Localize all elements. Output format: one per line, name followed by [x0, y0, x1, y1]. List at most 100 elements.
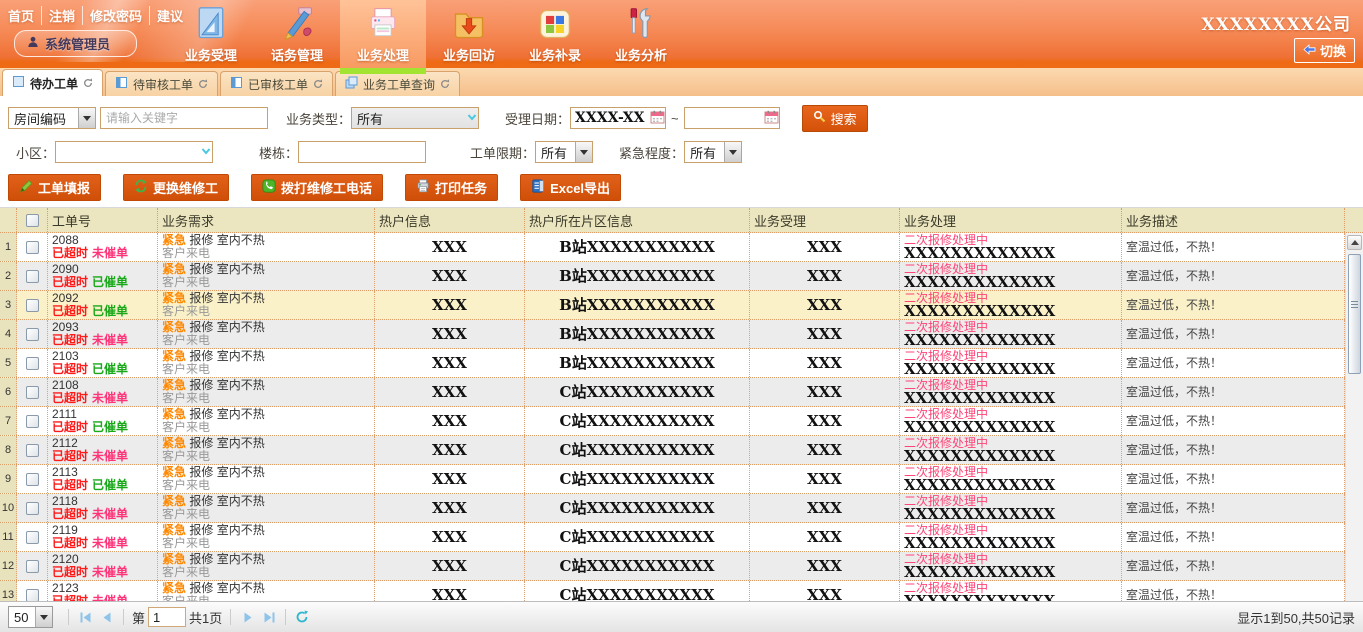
building-input[interactable] [298, 141, 426, 163]
demand-text: 报修 室内不热 [189, 233, 264, 247]
desc-text: 室温过低，不热！ [1122, 523, 1345, 551]
area-info: C站XXXXXXXXXXX [560, 386, 715, 399]
toolbar-button[interactable]: 更换维修工 [123, 174, 229, 201]
switch-button[interactable]: 切换 [1294, 38, 1355, 63]
next-page-icon[interactable] [236, 607, 258, 627]
table-row[interactable]: 11 2119 已超时未催单 紧急 报修 室内不热 客户来电 XXX C站XXX… [0, 523, 1345, 552]
select-all-checkbox[interactable] [26, 214, 39, 227]
tab-refresh-icon[interactable] [83, 78, 93, 88]
remind-status: 未催单 [92, 536, 128, 550]
header-link[interactable]: 修改密码 [82, 6, 142, 25]
top-links: 首页注销修改密码建议 [8, 6, 183, 25]
row-checkbox[interactable] [26, 270, 39, 283]
nav-item[interactable]: 业务回访 [426, 0, 512, 68]
nav-item[interactable]: 话务管理 [254, 0, 340, 68]
toolbar-button[interactable]: 拨打维修工电话 [251, 174, 383, 201]
business-type-combo[interactable]: 所有 [351, 107, 479, 129]
row-checkbox[interactable] [26, 328, 39, 341]
user-pill[interactable]: 系统管理员 [14, 30, 137, 57]
table-row[interactable]: 6 2108 已超时未催单 紧急 报修 室内不热 客户来电 XXX C站XXXX… [0, 378, 1345, 407]
calendar-icon[interactable] [764, 110, 779, 127]
table-row[interactable]: 9 2113 已超时已催单 紧急 报修 室内不热 客户来电 XXX C站XXXX… [0, 465, 1345, 494]
last-page-icon[interactable] [258, 607, 280, 627]
search-icon [813, 110, 826, 126]
row-checkbox[interactable] [26, 444, 39, 457]
row-checkbox[interactable] [26, 357, 39, 370]
field-select[interactable]: 房间编码 [8, 107, 96, 129]
keyword-input[interactable] [100, 107, 268, 129]
tab[interactable]: 业务工单查询 [335, 71, 460, 96]
table-row[interactable]: 7 2111 已超时已催单 紧急 报修 室内不热 客户来电 XXX C站XXXX… [0, 407, 1345, 436]
community-combo[interactable] [55, 141, 213, 163]
nav-item[interactable]: 业务受理 [168, 0, 254, 68]
tab[interactable]: 待审核工单 [105, 71, 218, 96]
vertical-scrollbar[interactable] [1345, 233, 1363, 619]
scroll-up-icon[interactable] [1347, 235, 1362, 250]
header-link[interactable]: 注销 [41, 6, 75, 25]
toolbar-button[interactable]: Excel导出 [520, 174, 621, 201]
row-checkbox[interactable] [26, 299, 39, 312]
demand-text: 报修 室内不热 [189, 407, 264, 421]
date-to-input[interactable] [684, 107, 780, 129]
column-header: 业务处理 [900, 208, 1122, 232]
row-checkbox[interactable] [26, 415, 39, 428]
scrollbar-thumb[interactable] [1348, 254, 1361, 374]
chevron-down-icon [200, 145, 212, 160]
table-row[interactable]: 12 2120 已超时未催单 紧急 报修 室内不热 客户来电 XXX C站XXX… [0, 552, 1345, 581]
first-page-icon[interactable] [74, 607, 96, 627]
accept-info: XXX [807, 357, 842, 370]
process-detail: XXXXXXXXXXXXX [904, 479, 1121, 492]
urgency-select[interactable]: 所有 [684, 141, 742, 163]
nav-item[interactable]: 业务处理 [340, 0, 426, 68]
prev-page-icon[interactable] [96, 607, 118, 627]
page-number-input[interactable] [148, 607, 186, 627]
row-checkbox[interactable] [26, 473, 39, 486]
customer-info: XXX [432, 560, 467, 573]
customer-info: XXX [432, 531, 467, 544]
row-checkbox[interactable] [26, 560, 39, 573]
header-link[interactable]: 首页 [8, 6, 34, 25]
total-pages: 共1页 [189, 608, 222, 627]
table-row[interactable]: 3 2092 已超时已催单 紧急 报修 室内不热 客户来电 XXX B站XXXX… [0, 291, 1345, 320]
area-info: C站XXXXXXXXXXX [560, 502, 715, 515]
row-checkbox[interactable] [26, 531, 39, 544]
user-name: 系统管理员 [45, 34, 110, 53]
process-detail: XXXXXXXXXXXXX [904, 537, 1121, 550]
refresh-icon[interactable] [291, 607, 313, 627]
nav-item[interactable]: 业务补录 [512, 0, 598, 68]
chevron-down-icon [466, 111, 478, 126]
overdue-status: 已超时 [52, 275, 88, 289]
date-from-input[interactable]: XXXX-XX [570, 107, 666, 129]
source-text: 客户来电 [162, 450, 374, 463]
toolbar-button[interactable]: 打印任务 [405, 174, 498, 201]
row-checkbox[interactable] [26, 502, 39, 515]
search-button[interactable]: 搜索 [802, 105, 868, 132]
order-id: 2093 [52, 320, 79, 334]
order-id: 2088 [52, 233, 79, 247]
tab[interactable]: 已审核工单 [220, 71, 333, 96]
tab-refresh-icon[interactable] [198, 79, 208, 89]
row-checkbox[interactable] [26, 386, 39, 399]
deadline-select[interactable]: 所有 [535, 141, 593, 163]
urgency-tag: 紧急 [162, 581, 186, 595]
calendar-icon[interactable] [650, 110, 665, 127]
nav-item[interactable]: 业务分析 [598, 0, 684, 68]
toolbar-button[interactable]: 工单填报 [8, 174, 101, 201]
tab-refresh-icon[interactable] [440, 79, 450, 89]
table-row[interactable]: 1 2088 已超时未催单 紧急 报修 室内不热 客户来电 XXX B站XXXX… [0, 233, 1345, 262]
accept-info: XXX [807, 531, 842, 544]
urgency-tag: 紧急 [162, 233, 186, 247]
tab[interactable]: 待办工单 [2, 69, 103, 96]
grid-header: 工单号业务需求热户信息热户所在片区信息业务受理业务处理业务描述 [0, 208, 1363, 233]
column-header: 业务描述 [1122, 208, 1345, 232]
table-row[interactable]: 2 2090 已超时已催单 紧急 报修 室内不热 客户来电 XXX B站XXXX… [0, 262, 1345, 291]
row-checkbox[interactable] [26, 241, 39, 254]
table-row[interactable]: 8 2112 已超时未催单 紧急 报修 室内不热 客户来电 XXX C站XXXX… [0, 436, 1345, 465]
table-row[interactable]: 5 2103 已超时已催单 紧急 报修 室内不热 客户来电 XXX B站XXXX… [0, 349, 1345, 378]
tab-refresh-icon[interactable] [313, 79, 323, 89]
table-row[interactable]: 10 2118 已超时未催单 紧急 报修 室内不热 客户来电 XXX C站XXX… [0, 494, 1345, 523]
table-row[interactable]: 4 2093 已超时未催单 紧急 报修 室内不热 客户来电 XXX B站XXXX… [0, 320, 1345, 349]
page-size-select[interactable]: 50 [8, 606, 53, 628]
row-checkbox[interactable] [26, 589, 39, 602]
urgency-tag: 紧急 [162, 465, 186, 479]
